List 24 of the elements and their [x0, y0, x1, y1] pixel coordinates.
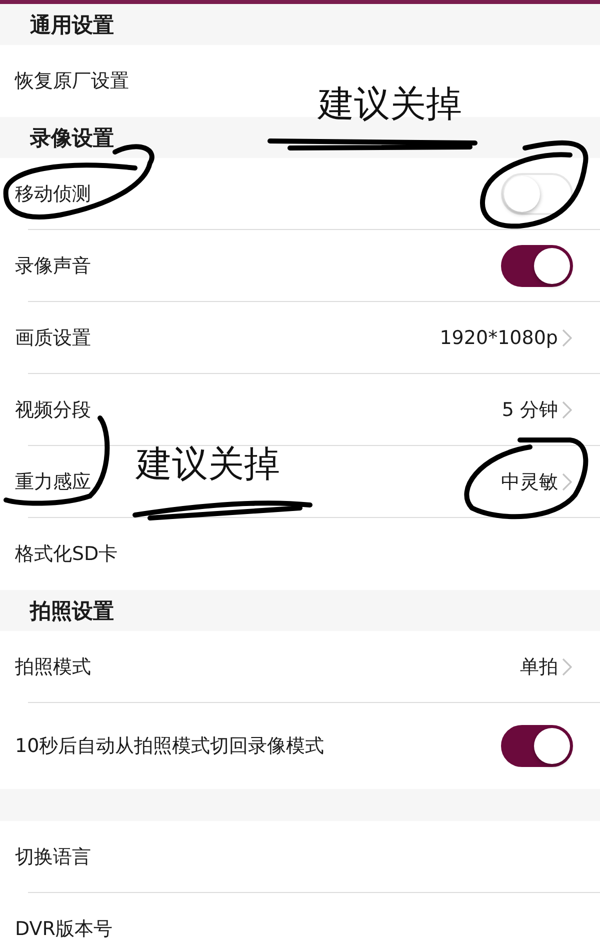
setting-label[interactable]: 切换语言: [15, 844, 572, 870]
section-title: 拍照设置: [30, 598, 114, 624]
setting-value[interactable]: 单拍: [520, 654, 558, 680]
handwritten-note: 建议关掉: [136, 443, 280, 487]
chevron-icon: [562, 658, 572, 676]
section-title: 录像设置: [30, 124, 114, 152]
chevron-icon: [562, 401, 572, 419]
toggle-switch[interactable]: [501, 245, 573, 287]
handwritten-note: 建议关掉: [318, 83, 462, 127]
setting-label[interactable]: 格式化SD卡: [15, 541, 572, 567]
setting-label[interactable]: 拍照模式: [15, 654, 520, 680]
section-title: 通用设置: [30, 12, 114, 38]
setting-value[interactable]: 5 分钟: [502, 397, 558, 423]
setting-value[interactable]: 中灵敏: [501, 469, 558, 495]
setting-label[interactable]: DVR版本号: [15, 916, 572, 942]
setting-label[interactable]: 画质设置: [15, 325, 440, 351]
setting-label: 移动侦测: [15, 182, 92, 207]
setting-label[interactable]: 视频分段: [15, 397, 502, 423]
setting-label: 10秒后自动从拍照模式切回录像模式: [15, 734, 326, 759]
setting-label: 录像声音: [15, 254, 92, 279]
chevron-icon: [562, 329, 572, 347]
setting-value[interactable]: 1920*1080p: [440, 327, 558, 349]
toggle-switch[interactable]: [501, 725, 573, 767]
chevron-icon: [562, 473, 572, 491]
